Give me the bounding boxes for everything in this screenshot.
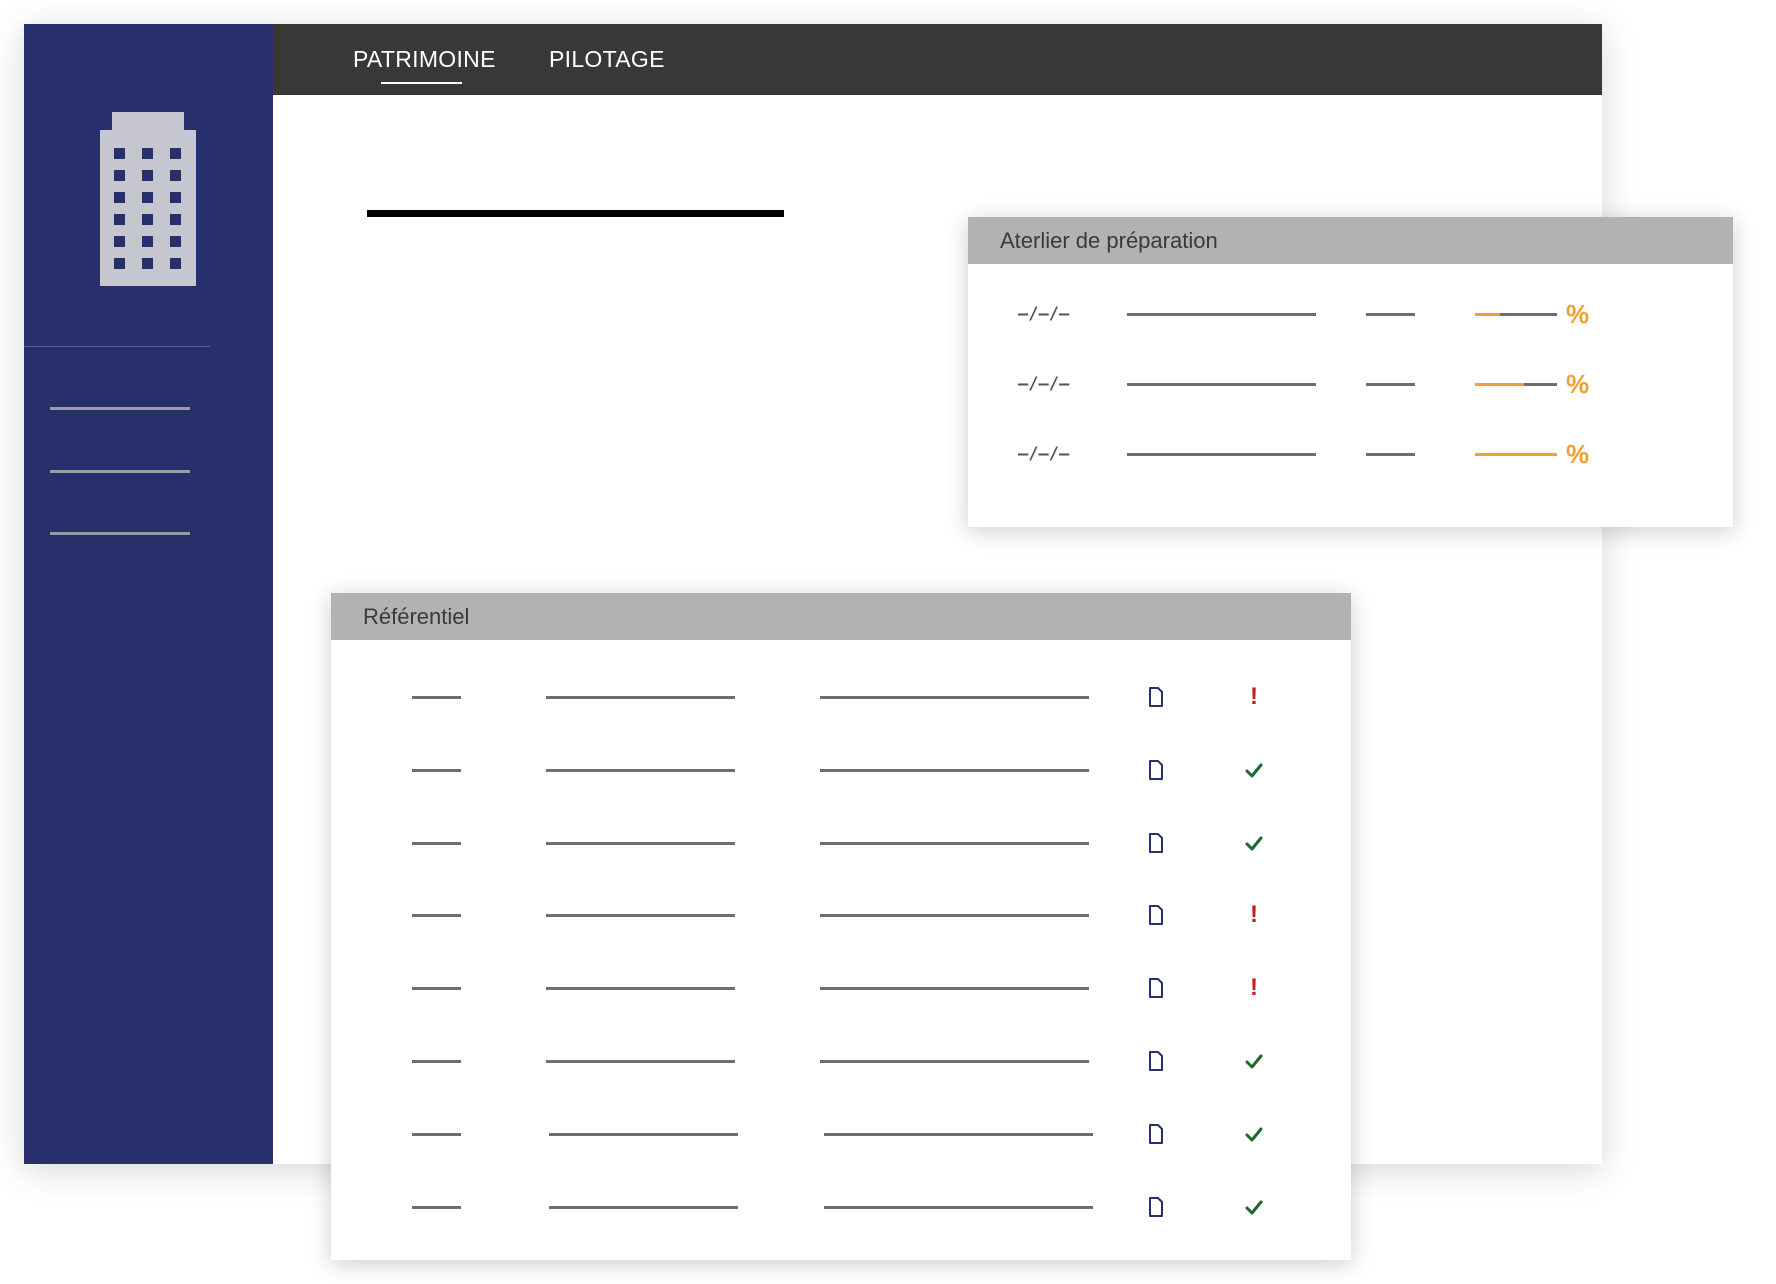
atelier-row-progress-bar <box>1475 313 1557 316</box>
referentiel-row-description-placeholder <box>820 842 1089 845</box>
referentiel-row-description-placeholder <box>820 1060 1089 1063</box>
atelier-row-progress-bar <box>1475 383 1557 386</box>
check-icon <box>1244 1051 1264 1075</box>
atelier-panel-title: Aterlier de préparation <box>1000 228 1218 253</box>
referentiel-panel-title: Référentiel <box>363 604 470 629</box>
atelier-row-name-placeholder <box>1127 453 1316 456</box>
referentiel-row-code-placeholder <box>412 1060 461 1063</box>
referentiel-row-description-placeholder <box>823 1206 1093 1209</box>
document-icon[interactable] <box>1148 1124 1164 1144</box>
atelier-row-value-placeholder <box>1366 453 1415 456</box>
atelier-row-date: –/–/– <box>1018 304 1070 324</box>
percent-icon: % <box>1566 299 1590 329</box>
document-icon[interactable] <box>1148 978 1164 998</box>
atelier-row-progress-fill <box>1475 453 1557 456</box>
referentiel-panel-header: Référentiel <box>331 593 1351 640</box>
warning-icon: ! <box>1250 901 1258 928</box>
building-icon <box>100 112 196 286</box>
tab-pilotage[interactable]: PILOTAGE <box>549 24 665 95</box>
atelier-row-progress-bar <box>1475 453 1557 456</box>
check-icon <box>1244 1124 1264 1148</box>
referentiel-row-name-placeholder <box>549 1206 738 1209</box>
referentiel-row-name-placeholder <box>546 1060 735 1063</box>
referentiel-row-name-placeholder <box>546 914 735 917</box>
atelier-row-date: –/–/– <box>1018 444 1070 464</box>
document-icon[interactable] <box>1148 905 1164 925</box>
warning-icon: ! <box>1250 974 1258 1001</box>
tab-patrimoine[interactable]: PATRIMOINE <box>353 24 496 95</box>
referentiel-row-name-placeholder <box>549 1133 738 1136</box>
referentiel-row-name-placeholder <box>546 696 735 699</box>
atelier-panel: Aterlier de préparation –/–/–% –/–/–% –/–/… <box>968 217 1733 527</box>
referentiel-row-code-placeholder <box>412 842 461 845</box>
sidebar-divider <box>24 346 210 347</box>
referentiel-row-code-placeholder <box>412 1206 461 1209</box>
document-icon[interactable] <box>1148 1197 1164 1217</box>
atelier-row-progress-fill <box>1475 383 1525 386</box>
page-title-placeholder <box>367 210 784 217</box>
referentiel-row-code-placeholder <box>412 769 461 772</box>
sidebar <box>24 24 273 1164</box>
referentiel-row-name-placeholder <box>546 842 735 845</box>
referentiel-row-code-placeholder <box>412 696 461 699</box>
percent-icon: % <box>1566 369 1590 399</box>
warning-icon: ! <box>1250 683 1258 710</box>
document-icon[interactable] <box>1148 1051 1164 1071</box>
referentiel-panel: Référentiel !!! <box>331 593 1351 1260</box>
document-icon[interactable] <box>1148 687 1164 707</box>
top-navigation-bar: PATRIMOINE PILOTAGE <box>273 24 1602 95</box>
referentiel-row-description-placeholder <box>820 696 1089 699</box>
referentiel-row-description-placeholder <box>820 914 1089 917</box>
tab-pilotage-label: PILOTAGE <box>549 46 665 72</box>
atelier-row-value-placeholder <box>1366 313 1415 316</box>
sidebar-item-1[interactable] <box>50 407 190 410</box>
referentiel-row-name-placeholder <box>546 769 735 772</box>
check-icon <box>1244 760 1264 784</box>
atelier-row-value-placeholder <box>1366 383 1415 386</box>
atelier-panel-header: Aterlier de préparation <box>968 217 1733 264</box>
document-icon[interactable] <box>1148 760 1164 780</box>
tab-patrimoine-label: PATRIMOINE <box>353 46 496 72</box>
sidebar-item-3[interactable] <box>50 532 190 535</box>
check-icon <box>1244 1197 1264 1221</box>
referentiel-row-code-placeholder <box>412 914 461 917</box>
atelier-row-name-placeholder <box>1127 313 1316 316</box>
referentiel-row-name-placeholder <box>546 987 735 990</box>
referentiel-row-description-placeholder <box>820 987 1089 990</box>
check-icon <box>1244 833 1264 857</box>
document-icon[interactable] <box>1148 833 1164 853</box>
percent-icon: % <box>1566 439 1590 469</box>
referentiel-row-code-placeholder <box>412 1133 461 1136</box>
atelier-row-date: –/–/– <box>1018 374 1070 394</box>
atelier-row-progress-fill <box>1475 313 1500 316</box>
referentiel-row-description-placeholder <box>823 1133 1093 1136</box>
sidebar-item-2[interactable] <box>50 470 190 473</box>
referentiel-row-code-placeholder <box>412 987 461 990</box>
atelier-row-name-placeholder <box>1127 383 1316 386</box>
referentiel-row-description-placeholder <box>820 769 1089 772</box>
